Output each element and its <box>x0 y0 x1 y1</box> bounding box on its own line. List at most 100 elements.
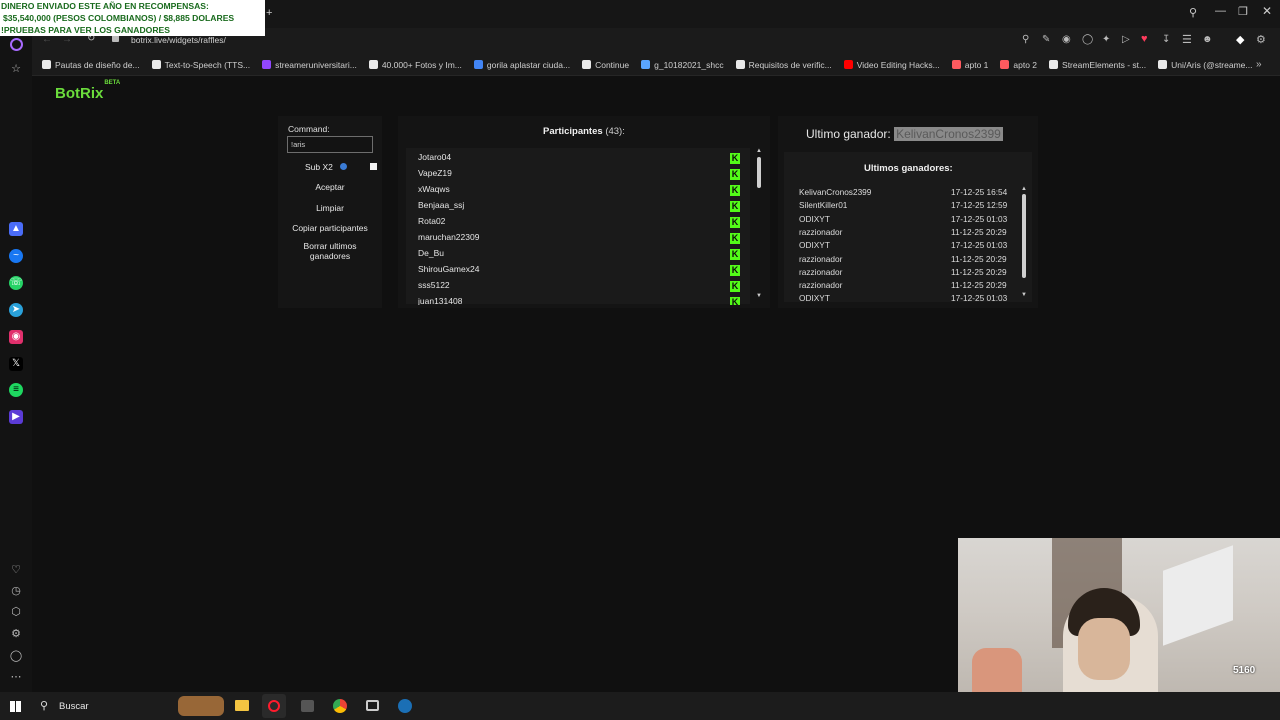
sub-x2-label: Sub X2 <box>305 162 333 172</box>
close-window-icon[interactable]: ✕ <box>1262 4 1272 18</box>
last-winner-label: Ultimo ganador: <box>806 127 891 141</box>
messenger-icon[interactable]: ~ <box>9 249 23 263</box>
x-icon[interactable]: 𝕏 <box>9 357 23 371</box>
winner-name: razzionador <box>799 280 843 291</box>
kick-platform-icon: K <box>730 265 740 276</box>
bookmark-item[interactable]: gorila aplastar ciuda... <box>473 59 571 70</box>
scroll-up-icon[interactable]: ▲ <box>756 148 762 154</box>
minimize-icon[interactable]: — <box>1215 5 1226 17</box>
participant-name: xWaqws <box>418 184 450 194</box>
new-tab-icon[interactable]: + <box>266 7 272 19</box>
cube-icon[interactable]: ⬡ <box>9 605 23 619</box>
last-winner-name[interactable]: KelivanCronos2399 <box>894 127 1003 141</box>
download-icon[interactable]: ↧ <box>1162 34 1170 45</box>
more-icon[interactable]: ⋯ <box>9 670 23 684</box>
windows-start-icon[interactable] <box>10 701 21 712</box>
bookmark-label: gorila aplastar ciuda... <box>486 59 571 70</box>
bookmark-favicon-icon <box>1049 60 1059 69</box>
scroll-down-icon[interactable]: ▼ <box>756 293 762 299</box>
bookmark-item[interactable]: streameruniversitari... <box>262 60 357 70</box>
clear-button[interactable]: Limpiar <box>286 203 374 213</box>
bookmark-item[interactable]: g_10182021_shcc <box>641 59 724 70</box>
winner-date: 17-12-25 01:03 <box>951 293 1008 304</box>
bookmark-item[interactable]: Uni/Aris (@streame... <box>1158 59 1253 70</box>
chrome-icon[interactable] <box>333 699 347 713</box>
bookmark-item[interactable]: Video Editing Hacks... <box>843 60 940 70</box>
webcam-badge: 5160 <box>1233 665 1256 676</box>
bookmark-favicon-icon <box>843 60 853 69</box>
bookmarks-more-icon[interactable]: » <box>1256 59 1262 70</box>
info-icon[interactable] <box>340 163 347 170</box>
winner-name: ODIXYT <box>799 213 830 224</box>
history-icon[interactable]: ◷ <box>9 584 23 598</box>
taskbar-search-icon[interactable]: ⚲ <box>40 699 48 712</box>
winners-scrollbar[interactable] <box>1022 194 1026 278</box>
steam-icon[interactable] <box>398 699 412 713</box>
participants-scrollbar[interactable] <box>757 157 761 188</box>
widget-icon[interactable] <box>178 696 224 716</box>
url-text[interactable]: botrix.live/widgets/raffles/ <box>131 35 226 45</box>
opera-taskbar-icon[interactable] <box>268 700 280 712</box>
bookmark-favicon-icon <box>262 60 272 69</box>
botrix-logo[interactable]: BotRixBETA <box>55 80 120 102</box>
overlay-line-1: DINERO ENVIADO ESTE AÑO EN RECOMPENSAS: <box>1 1 209 11</box>
participant-name: juan131408 <box>418 296 463 305</box>
command-label: Command: <box>288 124 330 134</box>
app-window-icon[interactable] <box>366 700 379 711</box>
bookmark-favicon-icon <box>368 60 378 69</box>
winners-scroll-up-icon[interactable]: ▲ <box>1021 186 1027 192</box>
winner-date: 17-12-25 01:03 <box>951 240 1008 251</box>
bookmark-item[interactable]: Requisitos de verific... <box>735 60 832 70</box>
sub-x2-checkbox[interactable] <box>370 163 377 170</box>
accept-button[interactable]: Aceptar <box>286 182 374 192</box>
opera-logo-icon[interactable] <box>10 38 23 51</box>
telegram-icon[interactable]: ➤ <box>9 303 23 317</box>
profile-icon[interactable]: ☻ <box>1202 34 1213 45</box>
overlay-line-3: !PRUEBAS PARA VER LOS GANADORES <box>1 25 171 35</box>
webcam-face <box>1078 618 1130 680</box>
play-icon[interactable]: ▷ <box>1122 34 1130 45</box>
bookmark-label: Text-to-Speech (TTS... <box>164 59 251 70</box>
search-tabs-icon[interactable]: ⚲ <box>1189 6 1197 19</box>
settings-gear-icon[interactable]: ⚙ <box>9 627 23 641</box>
bookmark-label: Uni/Aris (@streame... <box>1171 59 1253 70</box>
edit-icon[interactable]: ✎ <box>1042 34 1050 45</box>
heart-icon[interactable]: ♥ <box>1141 33 1148 45</box>
camera-icon[interactable]: ◉ <box>1062 34 1071 45</box>
whatsapp-icon[interactable]: ☏ <box>9 276 23 290</box>
search-icon[interactable]: ⚲ <box>1022 34 1029 45</box>
player-icon[interactable]: ▶ <box>9 410 23 424</box>
heart-outline-icon[interactable]: ♡ <box>9 563 23 577</box>
app-icon[interactable] <box>301 700 314 712</box>
menu-icon[interactable]: ☰ <box>1182 33 1192 46</box>
taskbar: ⚲ Buscar <box>0 692 1280 720</box>
pinned-extension-icon[interactable]: ◆ <box>1236 33 1244 46</box>
bookmark-label: g_10182021_shcc <box>654 59 724 70</box>
command-input[interactable]: !aris <box>287 136 373 153</box>
bookmark-item[interactable]: Pautas de diseño de... <box>42 60 140 70</box>
participants-list-bg <box>406 148 750 304</box>
copy-participants-button[interactable]: Copiar participantes <box>286 223 374 233</box>
delete-winners-button[interactable]: Borrar ultimos ganadores <box>286 241 374 261</box>
taskbar-search[interactable]: Buscar <box>59 701 89 712</box>
kick-platform-icon: K <box>730 185 740 196</box>
winners-scroll-down-icon[interactable]: ▼ <box>1021 292 1027 298</box>
bookmark-item[interactable]: 40.000+ Fotos y Im... <box>368 60 462 70</box>
maximize-icon[interactable]: ❐ <box>1238 5 1248 18</box>
bookmark-item[interactable]: Continue <box>582 60 629 70</box>
kick-platform-icon: K <box>730 201 740 212</box>
winner-date: 11-12-25 20:29 <box>951 266 1007 277</box>
star-icon[interactable]: ☆ <box>9 62 23 76</box>
settings-icon[interactable]: ⚙ <box>1256 33 1266 46</box>
extension-icon[interactable]: ✦ <box>1102 34 1110 45</box>
shield-icon[interactable]: ◯ <box>1082 34 1093 45</box>
lightbulb-icon[interactable]: ◯ <box>9 649 23 663</box>
bookmark-item[interactable]: apto 2 <box>1000 60 1037 70</box>
bookmark-item[interactable]: apto 1 <box>951 60 988 70</box>
bookmark-item[interactable]: Text-to-Speech (TTS... <box>151 59 251 70</box>
aria-icon[interactable]: ▲ <box>9 222 23 236</box>
instagram-icon[interactable]: ◉ <box>9 330 23 344</box>
bookmark-item[interactable]: StreamElements - st... <box>1049 60 1146 70</box>
spotify-icon[interactable]: ≡ <box>9 383 23 397</box>
file-explorer-icon[interactable] <box>235 700 249 711</box>
